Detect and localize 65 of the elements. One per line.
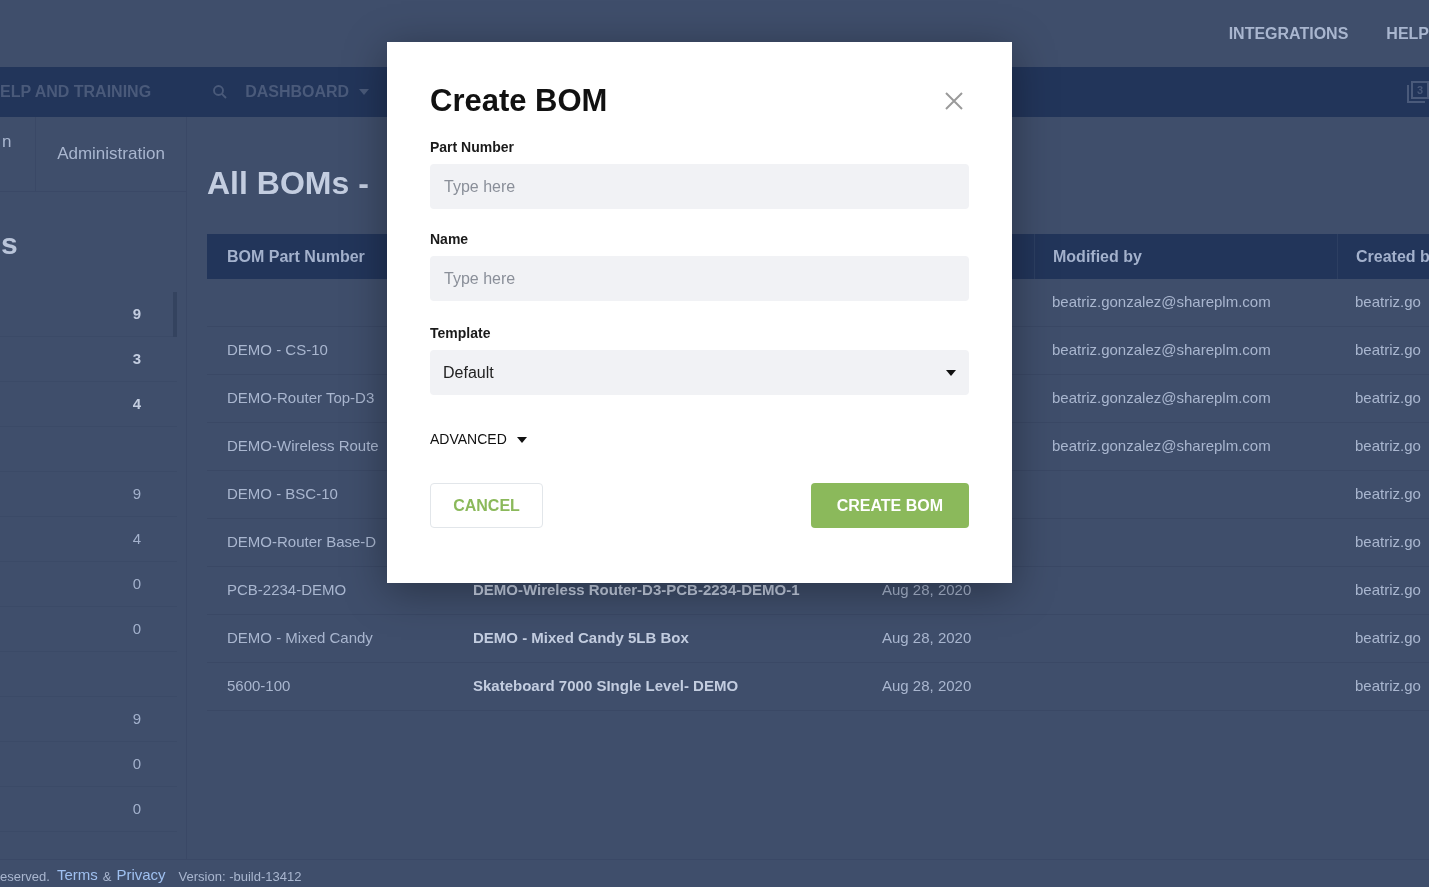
caret-icon: [946, 369, 956, 376]
count-text: 0: [132, 753, 142, 774]
table-cell-text: Aug 28, 2020: [882, 676, 972, 697]
count-text: 4: [132, 528, 142, 549]
advanced-toggle[interactable]: ADVANCED: [430, 429, 527, 450]
privacy-link[interactable]: Privacy: [116, 863, 166, 886]
count-text: 9: [132, 483, 142, 504]
top-nav-link[interactable]: INTEGRATIONS: [1228, 21, 1349, 46]
count-text: 0: [132, 798, 142, 819]
terms-link[interactable]: Terms: [56, 863, 98, 886]
close-icon[interactable]: [944, 91, 964, 111]
top-nav-link[interactable]: HELP: [1386, 21, 1429, 46]
count-text: 0: [132, 618, 142, 639]
table-cell-text: beatriz.go: [1355, 628, 1421, 649]
count-text: 3: [132, 348, 142, 369]
sidebar-heading: s: [0, 226, 19, 262]
ampersand-text: &: [102, 867, 112, 886]
table-cell-text: Skateboard 7000 SIngle Level- DEMO: [473, 676, 739, 697]
column-header[interactable]: BOM Part Number: [227, 244, 365, 269]
table-cell-text: beatriz.go: [1355, 676, 1421, 697]
table-cell-text: beatriz.gonzalez@shareplm.com: [1052, 388, 1271, 409]
table-cell-text: Aug 28, 2020: [882, 628, 972, 649]
table-cell-text: beatriz.gonzalez@shareplm.com: [1052, 292, 1271, 313]
table-cell-text: Aug 28, 2020: [882, 580, 972, 601]
table-cell-text: DEMO-Wireless Route: [227, 436, 379, 457]
table-cell-text: beatriz.gonzalez@shareplm.com: [1052, 436, 1271, 457]
cancel-button[interactable]: CANCEL: [430, 483, 543, 528]
table-cell-text: DEMO - CS-10: [227, 340, 328, 361]
count-text: 9: [132, 303, 142, 324]
caret-icon: [516, 436, 527, 443]
text-input-field[interactable]: Type here: [430, 164, 969, 209]
table-cell-text: PCB-2234-DEMO: [227, 580, 347, 601]
field-label: Name: [430, 230, 470, 249]
page-title: All BOMs -: [207, 164, 369, 203]
table-cell-text: DEMO - Mixed Candy 5LB Box: [473, 628, 689, 649]
column-header[interactable]: Modified by: [1053, 244, 1142, 269]
dialog-title: Create BOM: [430, 82, 608, 120]
count-text: 9: [132, 708, 142, 729]
field-label: Template: [430, 324, 492, 343]
table-cell-text: beatriz.go: [1355, 388, 1421, 409]
table-cell-text: beatriz.gonzalez@shareplm.com: [1052, 340, 1271, 361]
count-text: 4: [132, 393, 142, 414]
table-cell-text: beatriz.go: [1355, 532, 1421, 553]
sub-tab[interactable]: n: [0, 117, 35, 191]
template-select[interactable]: Default: [430, 350, 969, 395]
table-cell-text: 5600-100: [227, 676, 291, 697]
table-cell-text: beatriz.go: [1355, 340, 1421, 361]
table-cell-text: DEMO - BSC-10: [227, 484, 338, 505]
table-cell-text: DEMO-Router Top-D3: [227, 388, 375, 409]
table-cell-text: beatriz.go: [1355, 292, 1421, 313]
field-label: Part Number: [430, 138, 516, 157]
table-cell-text: beatriz.go: [1355, 436, 1421, 457]
sub-tab[interactable]: Administration: [35, 117, 186, 191]
table-cell-text: beatriz.go: [1355, 484, 1421, 505]
text-input-field[interactable]: Type here: [430, 256, 969, 301]
table-cell-text: beatriz.go: [1355, 580, 1421, 601]
table-cell-text: DEMO-Router Base-D: [227, 532, 377, 553]
table-cell-text: DEMO - Mixed Candy: [227, 628, 373, 649]
count-text: 0: [132, 573, 142, 594]
version-text: Version: -build-13412: [178, 867, 302, 886]
copyright-text: eserved.: [0, 867, 50, 886]
table-cell-text: DEMO-Wireless Router-D3-PCB-2234-DEMO-1: [473, 580, 800, 601]
column-header[interactable]: Created b: [1356, 244, 1429, 269]
create-button[interactable]: CREATE BOM: [810, 483, 969, 528]
caret-icon: [359, 89, 370, 95]
